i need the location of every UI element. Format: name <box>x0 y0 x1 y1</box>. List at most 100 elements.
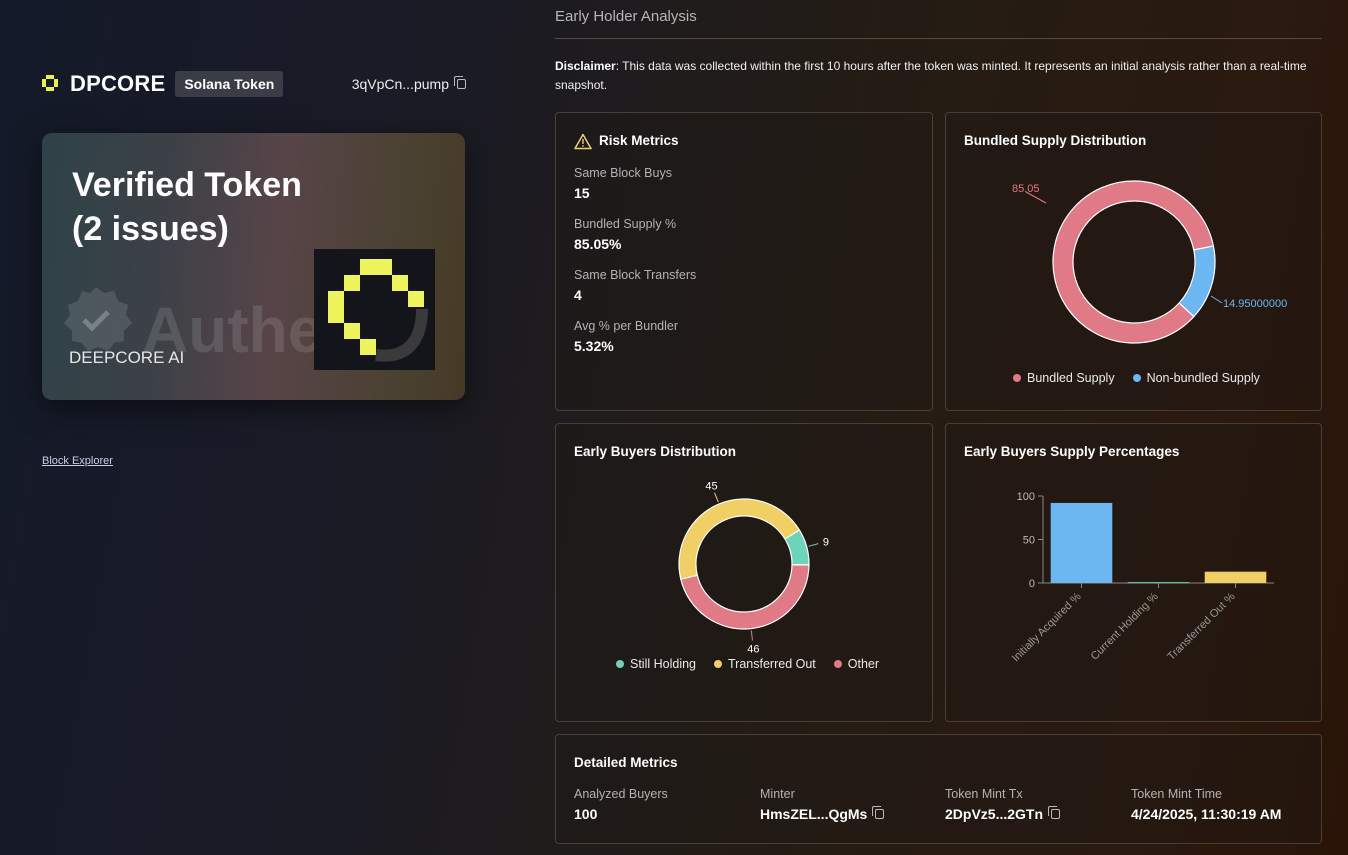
mint-time-label: Token Mint Time <box>1131 787 1223 801</box>
risk-metrics-panel: Risk Metrics Same Block Buys 15 Bundled … <box>555 112 933 411</box>
bar[interactable] <box>1204 571 1267 583</box>
y-tick-label: 50 <box>1023 535 1035 547</box>
supply-percentages-title: Early Buyers Supply Percentages <box>964 444 1180 459</box>
legend-dot <box>833 660 842 668</box>
legend-still-holding[interactable]: Still Holding <box>616 657 696 671</box>
nonbundled-label-leader <box>1210 295 1223 304</box>
verification-title: Verified Token (2 issues) <box>72 163 372 251</box>
disclaimer: Disclaimer: This data was collected with… <box>555 57 1322 95</box>
analyzed-buyers-label: Analyzed Buyers <box>574 787 668 801</box>
divider <box>555 38 1322 39</box>
dpcore-logo-icon <box>42 75 60 93</box>
buyers-donut-chart: 9 46 45 <box>678 480 829 655</box>
warning-icon <box>574 133 592 150</box>
detailed-metrics-title: Detailed Metrics <box>574 755 678 770</box>
card-brand: DEEPCORE AI <box>69 348 185 367</box>
legend-label: Transferred Out <box>728 657 816 671</box>
mint-tx-metric: Token Mint Tx 2DpVz5...2GTn <box>945 787 1061 822</box>
mint-tx-label: Token Mint Tx <box>945 787 1023 801</box>
bar[interactable] <box>1050 502 1113 583</box>
disclaimer-text: : This data was collected within the fir… <box>555 59 1307 92</box>
bundled-supply-label: Bundled Supply % <box>574 217 677 231</box>
legend-dot <box>616 660 624 668</box>
bundled-value-label: 85.05 <box>1012 183 1040 195</box>
mint-time-text: 4/24/2025, 11:30:19 AM <box>1131 806 1282 822</box>
copy-icon[interactable] <box>872 806 885 819</box>
slice-value-label: 46 <box>747 643 759 655</box>
legend-label: Non-bundled Supply <box>1146 371 1260 385</box>
early-buyers-distribution-title: Early Buyers Distribution <box>574 444 737 459</box>
left-panel: DPCORE Solana Token 3qVpCn...pump Authen… <box>0 0 510 855</box>
verification-title-line1: Verified Token <box>72 166 302 204</box>
slice-value-label: 9 <box>823 537 829 549</box>
avg-per-bundler-value: 5.32% <box>574 338 614 354</box>
token-address[interactable]: 3qVpCn...pump <box>352 76 466 92</box>
copy-icon[interactable] <box>1048 806 1061 819</box>
slice-label-leader <box>808 543 819 547</box>
verification-card: Authentic Verified Token (2 issues) DEEP… <box>42 133 465 400</box>
section-title: Early Holder Analysis <box>555 8 697 25</box>
analyzed-buyers-value: 100 <box>574 806 668 822</box>
legend-other[interactable]: Other <box>833 657 880 671</box>
minter-value: HmsZEL...QgMs <box>760 806 885 822</box>
slice-non-bundled-supply[interactable] <box>1178 245 1216 318</box>
same-block-buys-label: Same Block Buys <box>574 166 672 180</box>
supply-percentages-panel: Early Buyers Supply Percentages 0 50 100 In… <box>945 423 1322 722</box>
legend-non-bundled-supply[interactable]: Non-bundled Supply <box>1132 371 1260 385</box>
slice-label-leader <box>714 492 719 503</box>
slice-value-label: 45 <box>705 480 717 492</box>
detailed-metrics-panel: Detailed Metrics Analyzed Buyers 100 Min… <box>555 734 1322 844</box>
slice-label-leader <box>750 630 753 641</box>
legend-label: Other <box>847 657 880 671</box>
same-block-transfers-label: Same Block Transfers <box>574 268 697 282</box>
slice-bundled-supply[interactable] <box>1052 180 1215 344</box>
brand-name: DPCORE <box>70 71 166 96</box>
mint-tx-text: 2DpVz5...2GTn <box>945 806 1044 822</box>
x-tick-label: Current Holding % <box>1089 590 1161 662</box>
slice-transferred-out[interactable] <box>678 498 801 580</box>
token-address-text: 3qVpCn...pump <box>351 76 449 92</box>
minter-text: HmsZEL...QgMs <box>760 806 868 822</box>
same-block-transfers-value: 4 <box>574 287 582 303</box>
verified-seal-icon <box>64 287 132 351</box>
risk-metrics-title: Risk Metrics <box>599 133 679 148</box>
minter-label: Minter <box>760 787 795 801</box>
mint-time-value: 4/24/2025, 11:30:19 AM <box>1131 806 1281 822</box>
minter-metric: Minter HmsZEL...QgMs <box>760 787 885 822</box>
bar[interactable] <box>1127 582 1190 584</box>
x-tick-label: Initially Acquired % <box>1010 590 1084 664</box>
y-tick-label: 0 <box>1029 578 1035 590</box>
x-tick-label: Transferred Out % <box>1165 590 1237 662</box>
mint-tx-value: 2DpVz5...2GTn <box>945 806 1061 822</box>
avg-per-bundler-label: Avg % per Bundler <box>574 319 678 333</box>
legend-dot <box>714 660 723 668</box>
token-logo-icon <box>314 249 435 370</box>
verification-title-line2: (2 issues) <box>72 210 229 248</box>
slice-other[interactable] <box>680 564 810 630</box>
bundled-supply-panel: Bundled Supply Distribution 85.05 14.950… <box>945 112 1322 411</box>
legend-dot <box>1132 374 1141 382</box>
bundled-legend: Bundled Supply Non-bundled Supply <box>1013 371 1260 385</box>
analyzed-buyers-metric: Analyzed Buyers 100 <box>574 787 668 822</box>
bundled-supply-title: Bundled Supply Distribution <box>964 133 1147 148</box>
early-buyers-distribution-panel: Early Buyers Distribution 9 46 45 Still Ho… <box>555 423 933 722</box>
supply-bar-chart: 0 50 100 Initially Acquired % Current Holdin… <box>1010 491 1274 664</box>
chain-badge: Solana Token <box>175 71 284 97</box>
bundled-supply-value: 85.05% <box>574 236 622 252</box>
nonbundled-value-label: 14.95000000 <box>1223 298 1287 310</box>
legend-bundled-supply[interactable]: Bundled Supply <box>1013 371 1115 385</box>
buyers-legend: Still Holding Transferred Out Other <box>616 657 879 671</box>
legend-label: Still Holding <box>630 657 697 671</box>
copy-icon[interactable] <box>454 76 466 89</box>
block-explorer-link[interactable]: Block Explorer <box>42 455 113 467</box>
legend-dot <box>1013 374 1021 382</box>
legend-transferred-out[interactable]: Transferred Out <box>714 657 816 671</box>
mint-time-metric: Token Mint Time 4/24/2025, 11:30:19 AM <box>1131 787 1281 822</box>
analyzed-buyers-text: 100 <box>574 806 598 822</box>
legend-label: Bundled Supply <box>1027 371 1115 385</box>
same-block-buys-value: 15 <box>574 185 590 201</box>
right-panel: Early Holder Analysis Disclaimer: This d… <box>555 0 1322 855</box>
disclaimer-label: Disclaimer <box>555 59 616 73</box>
bundled-donut-chart: 85.05 14.95000000 <box>1012 180 1287 344</box>
y-tick-label: 100 <box>1017 491 1035 503</box>
